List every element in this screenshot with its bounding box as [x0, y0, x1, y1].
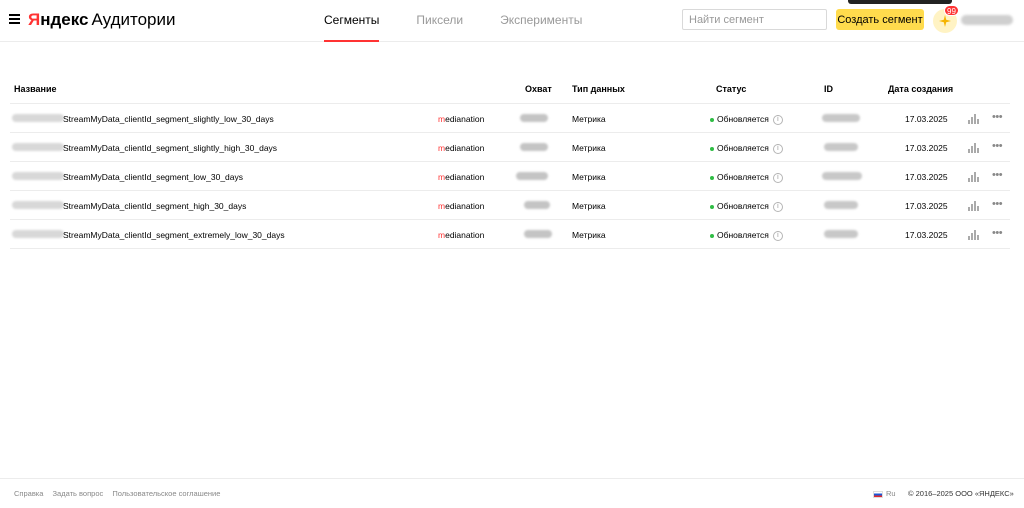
footer-link-user-agreement[interactable]: Пользовательское соглашение [112, 489, 220, 498]
status-dot [710, 175, 714, 180]
segment-owner: medianation [438, 143, 485, 153]
col-created[interactable]: Дата создания [888, 84, 953, 94]
redacted-id [822, 172, 862, 180]
stats-icon[interactable] [968, 200, 980, 211]
status-dot [710, 204, 714, 209]
app-footer: Справка Задать вопрос Пользовательское с… [0, 478, 1024, 508]
data-type: Метрика [572, 172, 606, 182]
created-date: 17.03.2025 [905, 143, 948, 153]
logo-brand: Яндекс [28, 10, 89, 29]
redacted-name-prefix [12, 143, 64, 151]
russia-flag-icon [873, 490, 883, 498]
table-row[interactable]: StreamMyData_clientId_segment_extremely_… [10, 220, 1010, 249]
status-badge: Обновляется i [710, 201, 783, 212]
tab-segments[interactable]: Сегменты [316, 0, 387, 42]
stats-icon[interactable] [968, 142, 980, 153]
redacted-id [824, 143, 858, 151]
status-badge: Обновляется i [710, 172, 783, 183]
stats-icon[interactable] [968, 113, 980, 124]
info-icon[interactable]: i [772, 201, 783, 212]
data-type: Метрика [572, 230, 606, 240]
redacted-reach [520, 143, 548, 151]
more-icon[interactable]: ••• [992, 228, 1003, 239]
search-input[interactable] [682, 9, 827, 30]
segment-owner: medianation [438, 172, 485, 182]
status-dot [710, 146, 714, 151]
info-icon[interactable]: i [772, 114, 783, 125]
main-tabs: Сегменты Пиксели Эксперименты [316, 0, 611, 42]
tooltip-edge [848, 0, 952, 4]
stats-icon[interactable] [968, 229, 980, 240]
created-date: 17.03.2025 [905, 201, 948, 211]
redacted-id [822, 114, 860, 122]
redacted-reach [516, 172, 548, 180]
redacted-id [824, 230, 858, 238]
created-date: 17.03.2025 [905, 172, 948, 182]
segment-name[interactable]: StreamMyData_clientId_segment_high_30_da… [63, 201, 246, 211]
create-segment-button[interactable]: Создать сегмент [836, 9, 924, 30]
info-icon[interactable]: i [772, 172, 783, 183]
created-date: 17.03.2025 [905, 230, 948, 240]
notification-badge: 99 [944, 5, 959, 16]
col-id[interactable]: ID [824, 84, 833, 94]
redacted-name-prefix [12, 172, 64, 180]
more-icon[interactable]: ••• [992, 199, 1003, 210]
segment-name[interactable]: StreamMyData_clientId_segment_extremely_… [63, 230, 285, 240]
segments-table: Название Охват Тип данных Статус ID Дата… [10, 75, 1010, 249]
footer-link-ask-question[interactable]: Задать вопрос [53, 489, 104, 498]
status-badge: Обновляется i [710, 143, 783, 154]
more-icon[interactable]: ••• [992, 141, 1003, 152]
info-icon[interactable]: i [772, 143, 783, 154]
redacted-id [824, 201, 858, 209]
footer-links: Справка Задать вопрос Пользовательское с… [14, 489, 227, 498]
table-row[interactable]: StreamMyData_clientId_segment_slightly_l… [10, 104, 1010, 133]
logo-product: Аудитории [91, 10, 176, 29]
info-icon[interactable]: i [772, 230, 783, 241]
footer-link-help[interactable]: Справка [14, 489, 43, 498]
segment-name[interactable]: StreamMyData_clientId_segment_low_30_day… [63, 172, 243, 182]
col-name[interactable]: Название [14, 84, 56, 94]
table-row[interactable]: StreamMyData_clientId_segment_slightly_h… [10, 133, 1010, 162]
table-row[interactable]: StreamMyData_clientId_segment_low_30_day… [10, 162, 1010, 191]
segment-owner: medianation [438, 201, 485, 211]
redacted-name-prefix [12, 201, 64, 209]
status-badge: Обновляется i [710, 114, 783, 125]
more-icon[interactable]: ••• [992, 170, 1003, 181]
data-type: Метрика [572, 143, 606, 153]
language-switcher[interactable]: Ru [873, 489, 896, 498]
segment-name[interactable]: StreamMyData_clientId_segment_slightly_l… [63, 114, 274, 124]
redacted-reach [520, 114, 548, 122]
col-reach[interactable]: Охват [525, 84, 552, 94]
redacted-name-prefix [12, 230, 64, 238]
status-badge: Обновляется i [710, 230, 783, 241]
redacted-reach [524, 201, 550, 209]
status-dot [710, 233, 714, 238]
data-type: Метрика [572, 114, 606, 124]
tab-experiments[interactable]: Эксперименты [492, 0, 590, 42]
col-data-type[interactable]: Тип данных [572, 84, 625, 94]
user-account[interactable] [961, 15, 1013, 25]
segment-owner: medianation [438, 114, 485, 124]
logo[interactable]: Яндекс Аудитории [28, 10, 175, 30]
table-row[interactable]: StreamMyData_clientId_segment_high_30_da… [10, 191, 1010, 220]
status-dot [710, 117, 714, 122]
data-type: Метрика [572, 201, 606, 211]
created-date: 17.03.2025 [905, 114, 948, 124]
menu-icon[interactable] [9, 14, 20, 26]
app-header: Яндекс Аудитории Сегменты Пиксели Экспери… [0, 0, 1024, 42]
redacted-reach [524, 230, 552, 238]
tab-pixels[interactable]: Пиксели [408, 0, 471, 42]
table-header: Название Охват Тип данных Статус ID Дата… [10, 75, 1010, 104]
notifications-button[interactable]: 99 [933, 5, 959, 33]
segment-owner: medianation [438, 230, 485, 240]
redacted-name-prefix [12, 114, 64, 122]
stats-icon[interactable] [968, 171, 980, 182]
segment-name[interactable]: StreamMyData_clientId_segment_slightly_h… [63, 143, 277, 153]
more-icon[interactable]: ••• [992, 112, 1003, 123]
col-status[interactable]: Статус [716, 84, 746, 94]
copyright: © 2016–2025 ООО «ЯНДЕКС» [908, 489, 1014, 498]
